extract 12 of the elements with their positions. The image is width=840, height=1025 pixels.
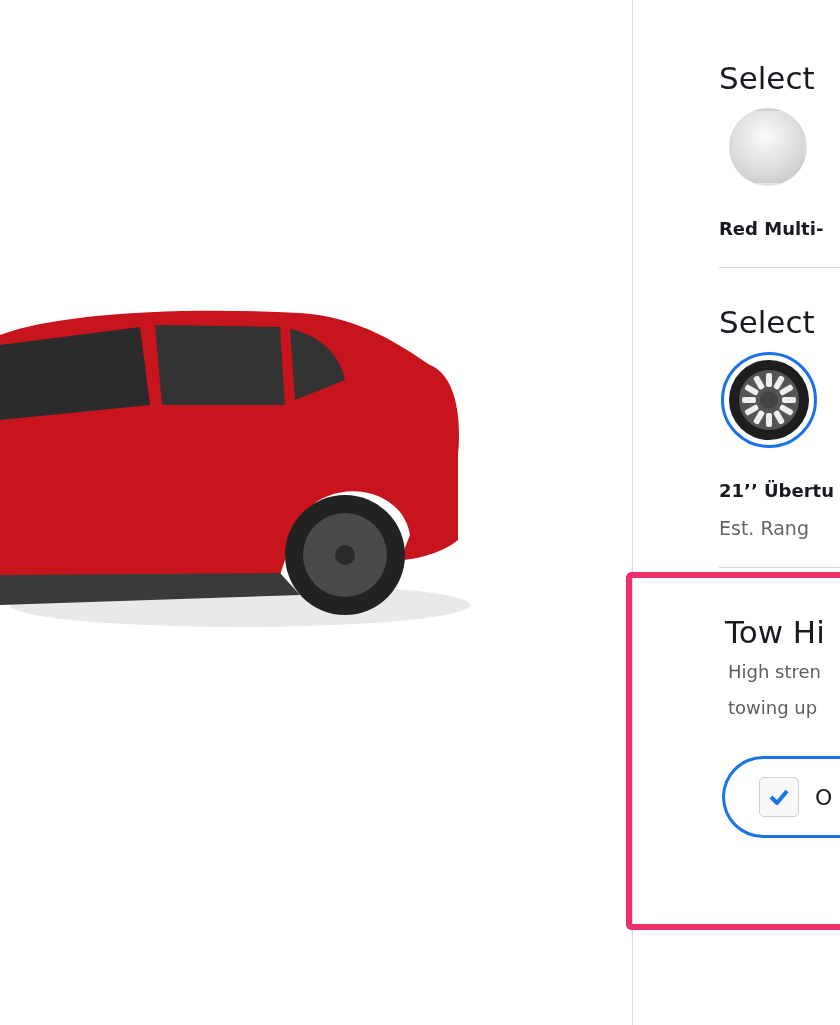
description-text: towing up [728,696,819,720]
section-heading: Tow Hi [725,613,826,652]
check-icon [769,789,789,805]
paint-name: Red Multi- [719,218,825,239]
description-text: High stren [728,660,822,684]
section-heading: Select [719,303,816,342]
section-heading: Select [719,59,816,98]
wheel-name: 21’’ Übertu [719,480,835,501]
checkbox[interactable] [759,777,799,817]
option-label: O [815,784,833,810]
range-text: Est. Rang [719,517,810,539]
option-pill[interactable]: O [722,756,840,838]
